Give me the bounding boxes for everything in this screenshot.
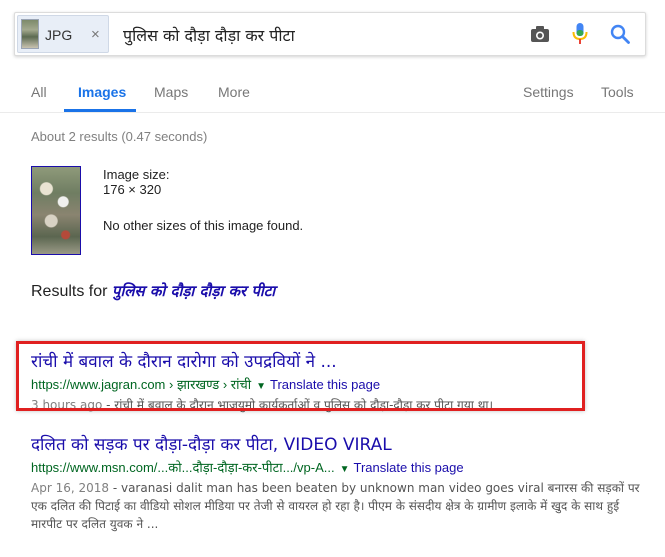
result-url: https://www.msn.com/...को...दौड़ा-दौड़ा-… bbox=[31, 460, 335, 475]
microphone-icon[interactable] bbox=[567, 21, 593, 47]
results-for-query-link[interactable]: पुलिस को दौड़ा दौड़ा कर पीटा bbox=[112, 282, 275, 300]
result-url-line: https://www.jagran.com › झारखण्ड › रांची… bbox=[31, 375, 641, 393]
result-snippet-text: - varanasi dalit man has been beaten by … bbox=[31, 481, 640, 531]
result-url: https://www.jagran.com › झारखण्ड › रांची bbox=[31, 377, 252, 392]
image-size-value: 176 × 320 bbox=[103, 182, 162, 197]
tab-maps[interactable]: Maps bbox=[154, 84, 188, 100]
results-for-prefix: Results for bbox=[31, 283, 108, 300]
result-url-line: https://www.msn.com/...को...दौड़ा-दौड़ा-… bbox=[31, 458, 641, 476]
result-snippet: Apr 16, 2018 - varanasi dalit man has be… bbox=[31, 479, 641, 533]
search-icon[interactable] bbox=[607, 21, 633, 47]
dropdown-arrow-icon[interactable]: ▼ bbox=[256, 381, 266, 392]
search-input[interactable]: पुलिस को दौड़ा दौड़ा कर पीटा bbox=[123, 24, 295, 46]
tab-settings[interactable]: Settings bbox=[523, 84, 574, 100]
tab-more[interactable]: More bbox=[218, 84, 250, 100]
image-query-chip[interactable]: JPG × bbox=[17, 15, 109, 53]
result-title-link[interactable]: रांची में बवाल के दौरान दारोगा को उपद्रव… bbox=[31, 349, 641, 372]
result-date: 3 hours ago bbox=[31, 398, 103, 412]
search-result: दलित को सड़क पर दौड़ा-दौड़ा कर पीटा, VID… bbox=[31, 432, 641, 533]
no-other-sizes-text: No other sizes of this image found. bbox=[103, 218, 304, 233]
image-size-info: Image size: 176 × 320 bbox=[103, 167, 169, 197]
camera-icon[interactable] bbox=[527, 21, 553, 47]
search-box[interactable]: JPG × पुलिस को दौड़ा दौड़ा कर पीटा bbox=[14, 12, 646, 56]
query-image-thumbnail[interactable] bbox=[31, 166, 81, 255]
dropdown-arrow-icon[interactable]: ▼ bbox=[340, 464, 350, 475]
result-stats: About 2 results (0.47 seconds) bbox=[31, 129, 208, 144]
results-for-line: Results for पुलिस को दौड़ा दौड़ा कर पीटा bbox=[31, 281, 275, 301]
result-title-link[interactable]: दलित को सड़क पर दौड़ा-दौड़ा कर पीटा, VID… bbox=[31, 432, 641, 455]
result-snippet: 3 hours ago - रांची में बवाल के दौरान भा… bbox=[31, 396, 641, 414]
image-chip-label: JPG bbox=[45, 27, 73, 43]
result-date: Apr 16, 2018 bbox=[31, 481, 110, 495]
remove-image-icon[interactable]: × bbox=[91, 26, 100, 43]
search-result: रांची में बवाल के दौरान दारोगा को उपद्रव… bbox=[31, 349, 641, 414]
result-snippet-text: - रांची में बवाल के दौरान भाजयुमो कार्यक… bbox=[102, 398, 494, 412]
search-tabs: All Images Maps More Settings Tools bbox=[0, 72, 665, 112]
tab-tools[interactable]: Tools bbox=[601, 84, 634, 100]
tab-all[interactable]: All bbox=[31, 84, 47, 100]
translate-link[interactable]: Translate this page bbox=[354, 460, 464, 475]
tab-images[interactable]: Images bbox=[78, 84, 126, 100]
image-size-label: Image size: bbox=[103, 167, 170, 182]
translate-link[interactable]: Translate this page bbox=[270, 377, 380, 392]
image-chip-thumbnail bbox=[21, 19, 39, 49]
tabs-divider bbox=[0, 112, 665, 113]
